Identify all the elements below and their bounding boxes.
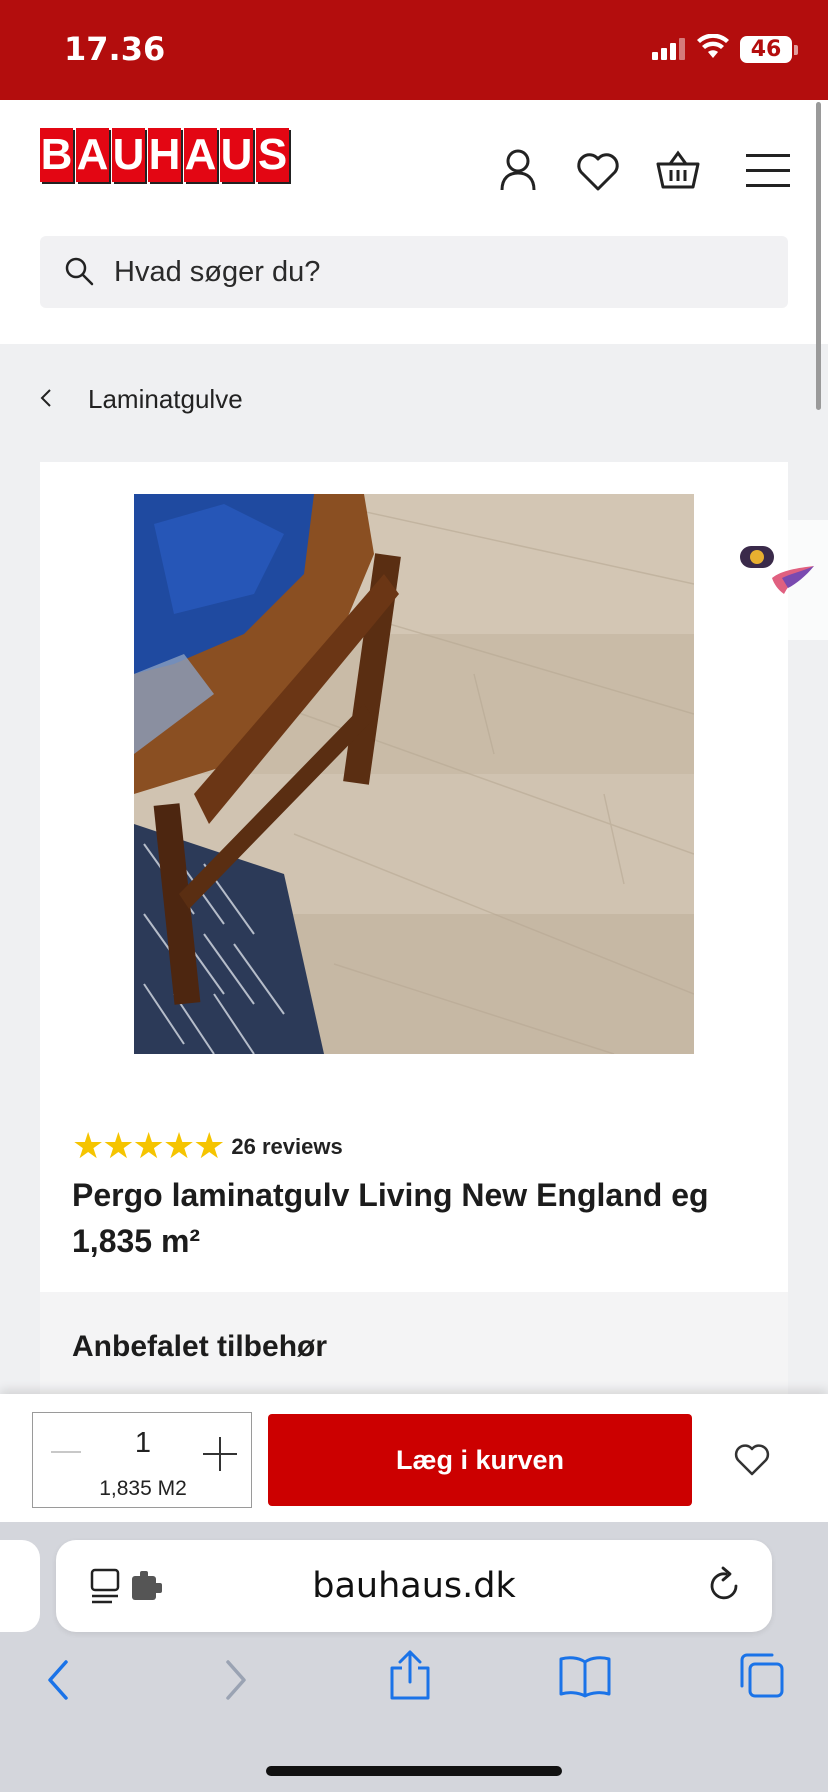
breadcrumb: Laminatgulve <box>0 344 828 462</box>
money-bag-icon <box>740 546 814 594</box>
search-icon <box>65 257 94 286</box>
rating-stars: ★★★★★ <box>72 1126 225 1167</box>
status-bar: 17.36 46 <box>0 0 828 100</box>
product-title: Pergo laminatgulv Living New England eg … <box>72 1177 709 1259</box>
cellular-signal-icon <box>652 38 685 60</box>
logo-letter: U <box>112 128 145 182</box>
bookmarks-icon[interactable] <box>558 1654 612 1698</box>
address-bar[interactable]: bauhaus.dk <box>56 1540 772 1632</box>
share-icon[interactable] <box>388 1650 432 1702</box>
reload-icon[interactable] <box>706 1566 742 1604</box>
status-time: 17.36 <box>64 30 166 68</box>
logo-letter: A <box>76 128 109 182</box>
previous-tab-preview[interactable] <box>0 1540 40 1632</box>
section-heading: Anbefalet tilbehør <box>72 1330 328 1363</box>
logo-letter: H <box>148 128 181 182</box>
battery-indicator: 46 <box>740 36 792 63</box>
wishlist-heart-icon[interactable] <box>734 1444 770 1476</box>
url-text[interactable]: bauhaus.dk <box>56 1566 772 1606</box>
floating-widget[interactable] <box>710 520 828 640</box>
logo-letter: S <box>256 128 289 182</box>
account-icon[interactable] <box>498 148 538 192</box>
search-bar[interactable]: Hvad søger du? <box>40 236 788 308</box>
battery-tip <box>794 45 798 55</box>
quantity-unit: 1,835 M2 <box>99 1477 187 1500</box>
floor-photo-illustration <box>134 494 694 1054</box>
product-card: ★★★★★ 26 reviews Pergo laminatgulv Livin… <box>40 462 788 1292</box>
tabs-icon[interactable] <box>736 1652 786 1700</box>
logo-letter: B <box>40 128 73 182</box>
menu-icon[interactable] <box>746 154 790 188</box>
browser-toolbar: bauhaus.dk <box>0 1522 828 1792</box>
quantity-stepper[interactable]: 1 1,835 M2 <box>32 1412 252 1508</box>
basket-icon[interactable] <box>656 150 700 190</box>
recommended-accessories-section: Anbefalet tilbehør <box>40 1292 788 1402</box>
increase-quantity-button[interactable] <box>203 1437 237 1471</box>
product-rating[interactable]: ★★★★★ 26 reviews <box>72 1126 343 1167</box>
add-to-cart-bar: 1 1,835 M2 Læg i kurven <box>0 1394 828 1522</box>
breadcrumb-link[interactable]: Laminatgulve <box>88 384 243 415</box>
home-indicator[interactable] <box>266 1766 562 1776</box>
scrollbar-thumb[interactable] <box>816 102 821 410</box>
logo-letter: A <box>184 128 217 182</box>
reviews-count[interactable]: 26 reviews <box>231 1134 342 1160</box>
heart-icon[interactable] <box>576 152 620 192</box>
wifi-icon <box>697 34 729 58</box>
bauhaus-logo[interactable]: B A U H A U S <box>40 128 289 182</box>
product-image[interactable] <box>134 494 694 1054</box>
forward-icon[interactable] <box>222 1658 250 1702</box>
back-icon[interactable] <box>44 1658 72 1702</box>
logo-letter: U <box>220 128 253 182</box>
add-to-cart-button[interactable]: Læg i kurven <box>268 1414 692 1506</box>
chevron-left-icon[interactable] <box>38 384 54 412</box>
search-input[interactable]: Hvad søger du? <box>114 256 320 289</box>
site-header: B A U H A U S Hvad søger du? <box>0 100 828 344</box>
